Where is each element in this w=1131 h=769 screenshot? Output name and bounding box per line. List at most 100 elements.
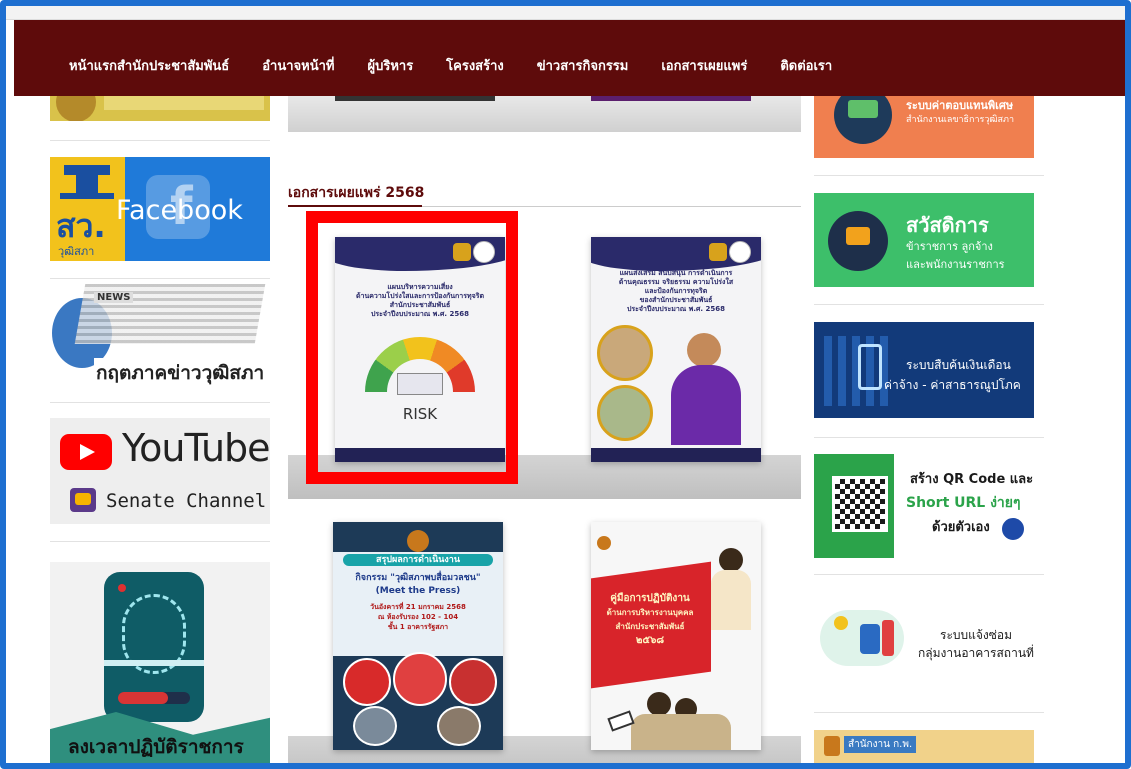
strong-logo-icon: [709, 243, 727, 261]
book-footer: [335, 448, 505, 462]
nav-structure[interactable]: โครงสร้าง: [446, 55, 504, 76]
left-divider: [50, 140, 270, 141]
book-title-line: ๒๕๖๘: [635, 635, 665, 646]
progress-bar: [118, 692, 190, 704]
meeting-figure: [397, 373, 443, 395]
banner6-text: สำนักงาน ก.พ.: [844, 736, 917, 753]
facebook-banner[interactable]: สว. วุฒิสภา f Facebook: [50, 157, 270, 261]
section-title: เอกสารเผยแพร่ 2568: [288, 185, 425, 201]
banner2-line1: ข้าราชการ ลูกจ้าง: [906, 240, 993, 253]
book-title-line: วันอังคารที่ 21 มกราคม 2568: [370, 603, 466, 611]
ocsc-logo-icon: [824, 736, 840, 756]
tv-icon: [70, 488, 96, 512]
youtube-text: YouTube: [122, 426, 270, 470]
qr-code-banner[interactable]: สร้าง QR Code และ Short URL ง่ายๆ ด้วยตั…: [814, 454, 1034, 558]
book-title-line: ประจำปีงบประมาณ พ.ศ. 2568: [370, 310, 470, 318]
youtube-play-icon: [60, 434, 112, 470]
section-divider: [288, 205, 801, 207]
left-divider: [50, 402, 270, 403]
book-title-line: ชั้น 1 อาคารรัฐสภา: [387, 623, 449, 631]
book-edge: [335, 96, 495, 101]
senate-logo-icon: [597, 536, 611, 550]
nav-authority[interactable]: อำนาจหน้าที่: [262, 55, 334, 76]
facebook-text: Facebook: [116, 195, 243, 226]
nav-home[interactable]: หน้าแรกสำนักประชาสัมพันธ์: [69, 55, 229, 76]
book-title-line: แผนส่งเสริม สนับสนุน การดำเนินการ: [619, 269, 733, 277]
ocsc-banner[interactable]: สำนักงาน ก.พ.: [814, 730, 1034, 763]
left-divider: [50, 278, 270, 279]
money-hand-icon: [834, 96, 892, 144]
photo-circle: [449, 658, 497, 706]
person-head: [687, 333, 721, 367]
welfare-banner[interactable]: สวัสดิการ ข้าราชการ ลูกจ้าง และพนักงานรา…: [814, 193, 1034, 287]
book-title-line: ด้านคุณธรรม จริยธรรม ความโปร่งใส: [618, 278, 734, 286]
book-title-line: ด้านความโปร่งใสและการป้องกันการทุจริต: [355, 292, 485, 300]
special-compensation-banner[interactable]: ระบบค่าตอบแทนพิเศษ สำนักงานเลขาธิการวุฒิ…: [814, 96, 1034, 158]
book-title-line: คู่มือการปฏิบัติงาน: [610, 593, 690, 604]
news-clipping-banner[interactable]: NEWS กฤตภาคข่าววุฒิสภา: [50, 278, 270, 388]
senate-logo-icon: [473, 241, 495, 263]
photo-circle: [437, 706, 481, 746]
book-title-line: สำนักประชาสัมพันธ์: [389, 301, 451, 309]
banner1-line2: สำนักงานเลขาธิการวุฒิสภา: [906, 115, 1015, 125]
senate-logo-icon: [729, 241, 751, 263]
right-divider: [814, 175, 1044, 176]
youtube-banner[interactable]: YouTube Senate Channel: [50, 418, 270, 524]
publication-meet-the-press[interactable]: สรุปผลการดำเนินงาน กิจกรรม "วุฒิสภาพบสื่…: [333, 522, 503, 750]
book-title-line: สรุปผลการดำเนินงาน: [343, 554, 493, 566]
photo-circle: [393, 652, 447, 706]
right-divider: [814, 304, 1044, 305]
book-title-line: ณ ห้องรับรอง 102 - 104: [377, 613, 459, 621]
repair-illustration: [820, 610, 904, 666]
book-edge: [591, 96, 751, 101]
left-divider: [50, 541, 270, 542]
fingerprint-text: ลงเวลาปฏิบัติราชการ: [68, 736, 244, 758]
nav-news[interactable]: ข่าวสารกิจกรรม: [537, 55, 629, 76]
publication-hr-manual[interactable]: คู่มือการปฏิบัติงาน ด้านการบริหารงานบุคค…: [591, 522, 761, 750]
globe-icon: [1000, 516, 1026, 542]
book-title-line: กิจกรรม "วุฒิสภาพบสื่อมวลชน": [355, 573, 481, 583]
book-title-line: ด้านการบริหารงานบุคคล: [606, 608, 694, 617]
banner4-line2: Short URL ง่ายๆ: [906, 495, 1021, 511]
news-text: กฤตภาคข่าววุฒิสภา: [94, 358, 267, 388]
book-title-line: แผนบริหารความเสี่ยง: [387, 283, 453, 291]
facebook-logo-sub: วุฒิสภา: [58, 245, 95, 258]
banner4-line3: ด้วยตัวเอง: [932, 520, 990, 535]
right-divider: [814, 437, 1044, 438]
facebook-logo-block: สว. วุฒิสภา: [50, 157, 125, 261]
book-title-line: ประจำปีงบประมาณ พ.ศ. 2568: [626, 305, 726, 313]
photo-circle: [597, 385, 653, 441]
repair-request-banner[interactable]: ระบบแจ้งซ่อม กลุ่มงานอาคารสถานที่: [814, 590, 1034, 686]
person-body: [711, 570, 751, 630]
senate-seal-icon: [56, 96, 96, 121]
senate-banner[interactable]: [50, 96, 270, 121]
attendance-banner[interactable]: ลงเวลาปฏิบัติราชการ: [50, 562, 270, 769]
banner3-line1: ระบบสืบค้นเงินเดือน: [906, 358, 1011, 372]
nav-publications[interactable]: เอกสารเผยแพร่: [661, 55, 747, 76]
right-divider: [814, 712, 1044, 713]
senate-logo-icon: [407, 530, 429, 552]
banner5-line2: กลุ่มงานอาคารสถานที่: [918, 646, 1034, 660]
publication-ethics-plan[interactable]: แผนส่งเสริม สนับสนุน การดำเนินการ ด้านคุ…: [591, 237, 761, 462]
salary-search-banner[interactable]: ระบบสืบค้นเงินเดือน ค่าจ้าง - ค่าสาธารณู…: [814, 322, 1034, 418]
news-tag: NEWS: [94, 292, 134, 303]
person-head: [647, 692, 671, 716]
nav-executives[interactable]: ผู้บริหาร: [367, 55, 413, 76]
book-title-line: ของสำนักประชาสัมพันธ์: [639, 296, 713, 304]
banner3-line2: ค่าจ้าง - ค่าสาธารณูปโภค: [884, 378, 1021, 392]
strong-logo-icon: [453, 243, 471, 261]
people-group: [631, 714, 731, 750]
person-head: [719, 548, 743, 572]
book-footer: [591, 448, 761, 462]
book-title-line: และป้องกันการทุจริต: [644, 287, 708, 295]
book-risk-label: RISK: [402, 405, 438, 423]
book-title-line: (Meet the Press): [375, 586, 461, 596]
qr-code-icon: [832, 476, 888, 532]
publication-risk-plan[interactable]: แผนบริหารความเสี่ยง ด้านความโปร่งใสและกา…: [335, 237, 505, 462]
person-body: [671, 365, 741, 445]
chart-hand-icon: [828, 211, 888, 271]
nav-contact[interactable]: ติดต่อเรา: [780, 55, 832, 76]
youtube-sub: Senate Channel: [106, 490, 267, 512]
book-title-line: สำนักประชาสัมพันธ์: [615, 622, 685, 631]
photo-circle: [597, 325, 653, 381]
